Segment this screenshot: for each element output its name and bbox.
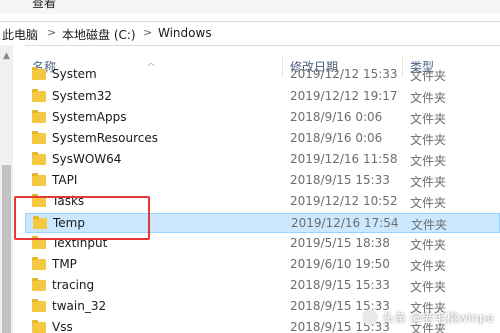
file-name: TAPI xyxy=(52,173,78,187)
folder-icon xyxy=(32,131,46,144)
file-date-modified: 2018/9/15 15:33 xyxy=(290,173,390,187)
file-type: 文件夹 xyxy=(410,154,447,168)
highlight-annotation-box xyxy=(14,196,150,240)
table-row[interactable]: System 2019/12/12 15:33 文件夹 xyxy=(25,65,500,85)
file-name: System32 xyxy=(52,89,113,103)
file-name: TMP xyxy=(52,257,77,271)
folder-icon xyxy=(32,110,46,123)
folder-icon xyxy=(32,320,46,333)
file-name: SystemApps xyxy=(52,110,127,124)
address-bar[interactable]: 此电脑 > 本地磁盘 (C:) > Windows xyxy=(0,21,500,46)
folder-icon xyxy=(32,299,46,312)
file-type: 文件夹 xyxy=(410,112,447,126)
folder-icon xyxy=(32,278,46,291)
file-date-modified: 2018/9/15 15:33 xyxy=(290,278,390,292)
file-date-modified: 2018/9/16 0:06 xyxy=(290,110,383,124)
file-date-modified: 2019/5/15 18:38 xyxy=(290,236,390,250)
table-row[interactable]: TAPI 2018/9/15 15:33 文件夹 xyxy=(25,171,500,191)
file-name: SysWOW64 xyxy=(52,152,122,166)
folder-icon xyxy=(32,67,46,80)
scrollbar-thumb[interactable] xyxy=(2,165,11,333)
file-date-modified: 2019/12/16 17:54 xyxy=(291,216,399,230)
table-row[interactable]: tracing 2018/9/15 15:33 文件夹 xyxy=(25,276,500,296)
table-row[interactable]: SystemResources 2018/9/16 0:06 文件夹 xyxy=(25,129,500,149)
file-name: tracing xyxy=(52,278,95,292)
file-type: 文件夹 xyxy=(410,175,447,189)
file-date-modified: 2019/12/12 15:33 xyxy=(290,67,398,81)
file-type: 文件夹 xyxy=(410,91,447,105)
breadcrumb-separator[interactable]: > xyxy=(143,26,152,39)
folder-icon xyxy=(32,152,46,165)
file-type: 文件夹 xyxy=(410,69,447,83)
folder-icon xyxy=(32,257,46,270)
file-name: SystemResources xyxy=(52,131,159,145)
file-type: 文件夹 xyxy=(410,133,447,147)
breadcrumb-this-pc[interactable]: 此电脑 xyxy=(2,26,38,43)
watermark-logo-icon xyxy=(362,309,379,325)
breadcrumb-windows[interactable]: Windows xyxy=(158,26,212,40)
file-type: 文件夹 xyxy=(410,280,447,294)
folder-icon xyxy=(32,173,46,186)
watermark-text: 头条 @老毛桃winpe xyxy=(382,310,494,325)
watermark: 头条 @老毛桃winpe xyxy=(362,307,494,327)
file-date-modified: 2018/9/16 0:06 xyxy=(290,131,383,145)
file-type: 文件夹 xyxy=(410,196,447,210)
breadcrumb-local-disk[interactable]: 本地磁盘 (C:) xyxy=(62,26,136,43)
file-type: 文件夹 xyxy=(410,238,447,252)
breadcrumb-separator[interactable]: > xyxy=(47,26,56,39)
table-row[interactable]: System32 2019/12/12 19:17 文件夹 xyxy=(25,87,500,107)
file-date-modified: 2019/12/12 10:52 xyxy=(290,194,398,208)
file-date-modified: 2019/6/10 19:50 xyxy=(290,257,390,271)
file-name: Vss xyxy=(52,320,73,333)
ribbon-strip: 查看 xyxy=(0,0,500,14)
file-type: 文件夹 xyxy=(410,259,447,273)
table-row[interactable]: SystemApps 2018/9/16 0:06 文件夹 xyxy=(25,108,500,128)
table-row[interactable]: TMP 2019/6/10 19:50 文件夹 xyxy=(25,255,500,275)
table-row[interactable]: SysWOW64 2019/12/16 11:58 文件夹 xyxy=(25,150,500,170)
file-date-modified: 2019/12/16 11:58 xyxy=(290,152,398,166)
file-name: System xyxy=(52,67,97,81)
file-name: twain_32 xyxy=(52,299,107,313)
tab-view[interactable]: 查看 xyxy=(32,0,56,11)
file-date-modified: 2019/12/12 19:17 xyxy=(290,89,398,103)
scroll-up-arrow-icon[interactable]: ▲ xyxy=(0,50,13,62)
folder-icon xyxy=(32,89,46,102)
file-type: 文件夹 xyxy=(411,218,448,232)
